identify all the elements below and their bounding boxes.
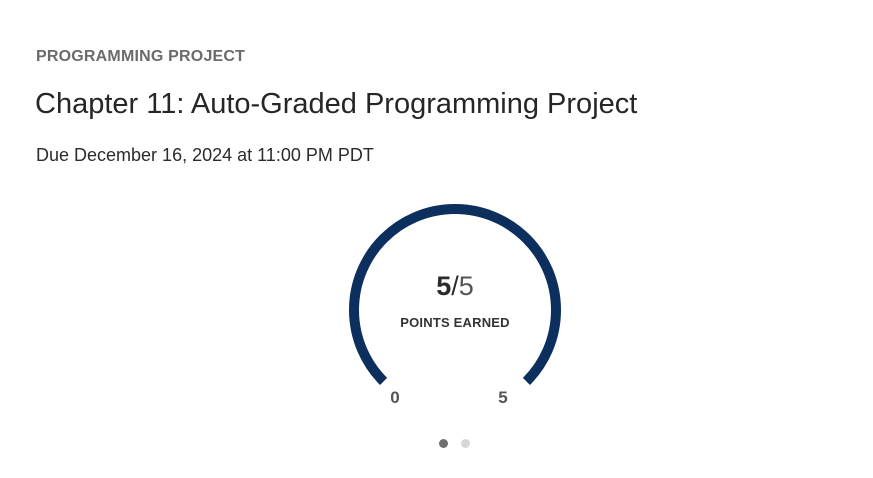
score-separator: / [451, 271, 459, 301]
pager-dot-1[interactable] [439, 439, 448, 448]
due-date: Due December 16, 2024 at 11:00 PM PDT [36, 145, 374, 165]
carousel-pager [439, 439, 470, 449]
points-total: 5 [458, 271, 474, 301]
points-earned-label: POINTS EARNED [400, 315, 510, 330]
score-value: 5/5 [340, 271, 570, 302]
gauge-max-label: 5 [498, 388, 508, 407]
gauge-min-label: 0 [390, 388, 400, 407]
gauge-graphic [349, 204, 561, 385]
points-earned: 5 [436, 271, 452, 301]
pager-dot-2[interactable] [461, 439, 470, 448]
score-gauge: 5/5 POINTS EARNED 0 5 [340, 195, 570, 415]
assignment-category: PROGRAMMING PROJECT [36, 48, 246, 65]
assignment-card: PROGRAMMING PROJECT Chapter 11: Auto-Gra… [0, 0, 873, 478]
assignment-title: Chapter 11: Auto-Graded Programming Proj… [35, 88, 638, 120]
